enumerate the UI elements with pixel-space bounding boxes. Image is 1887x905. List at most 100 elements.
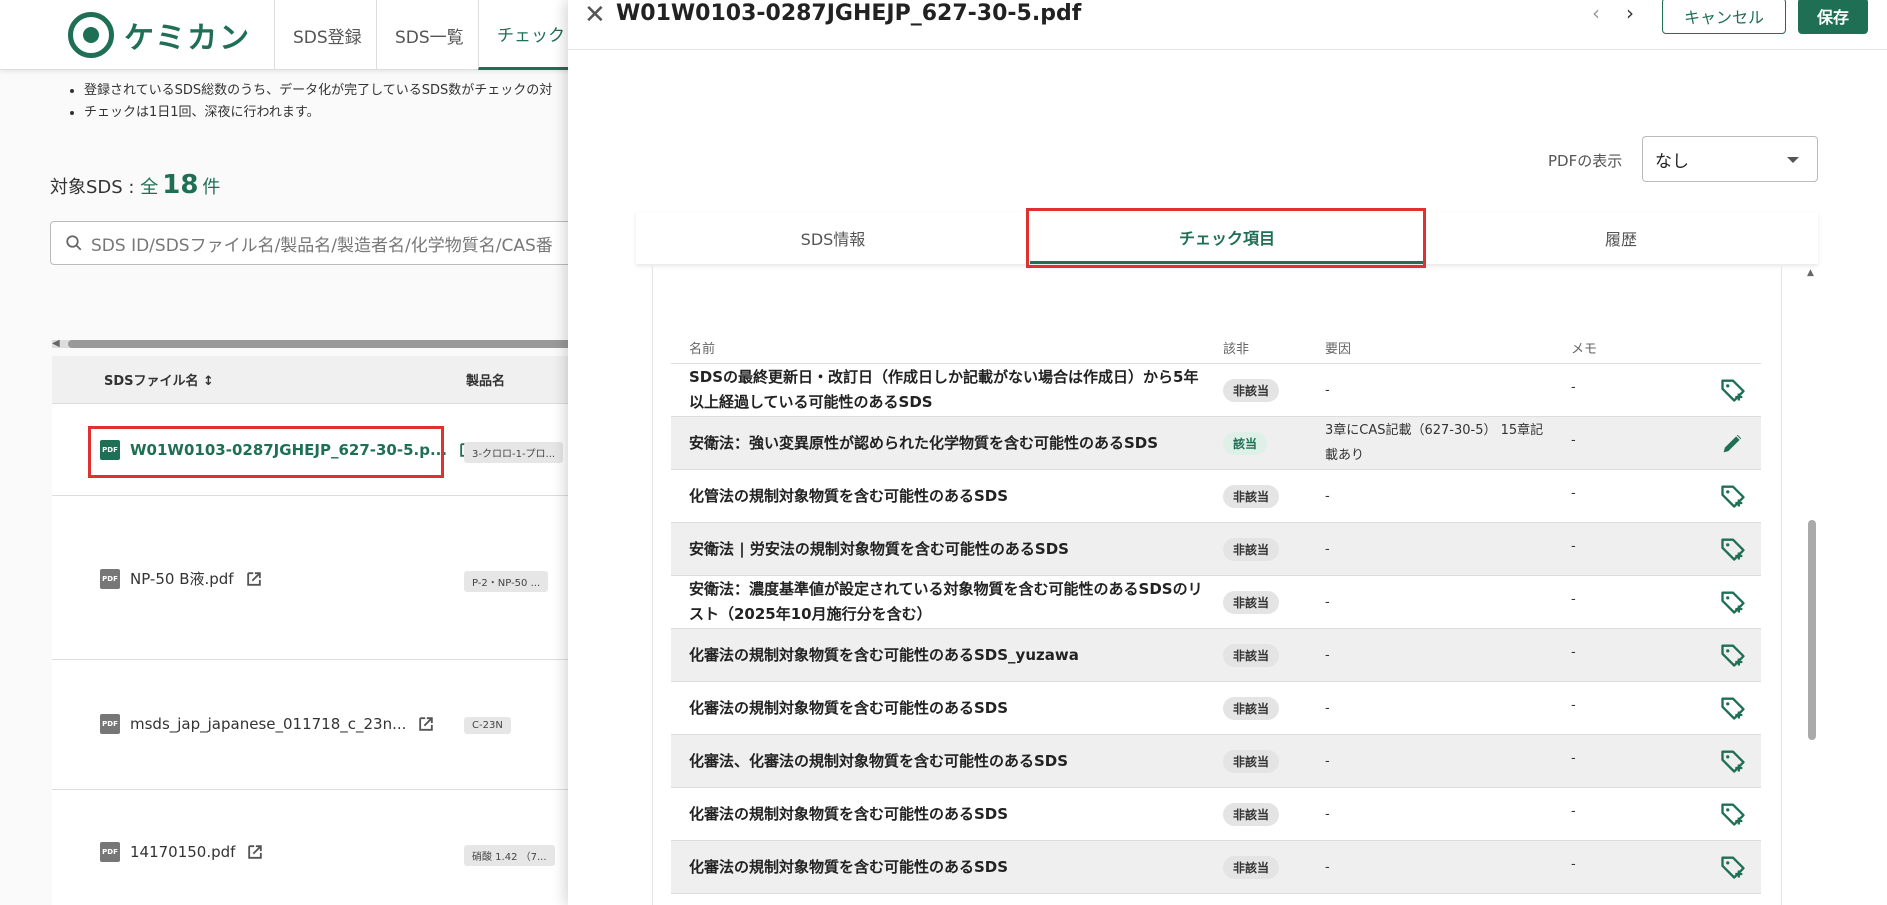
item-memo: -	[1571, 592, 1576, 607]
item-name: SDSの最終更新日・改訂日（作成日しか記載がない場合は作成日）から5年以上経過し…	[689, 368, 1199, 411]
close-icon[interactable]: ✕	[584, 2, 606, 28]
item-memo: -	[1571, 645, 1576, 660]
save-button[interactable]: 保存	[1798, 0, 1868, 34]
next-icon[interactable]: ›	[1626, 0, 1634, 26]
item-cause: -	[1325, 595, 1330, 610]
tag-plus-icon[interactable]	[1719, 535, 1747, 563]
vertical-scrollbar[interactable]: ▲	[1807, 268, 1816, 905]
panel-title: W01W0103-0287JGHEJP_627-30-5.pdf	[616, 1, 1082, 26]
tag-plus-icon[interactable]	[1719, 800, 1747, 828]
scroll-up-icon[interactable]: ▲	[1807, 268, 1814, 278]
pdf-icon: PDF	[100, 714, 120, 734]
tag-plus-icon[interactable]	[1719, 747, 1747, 775]
item-name: 化審法の規制対象物質を含む可能性のあるSDS	[689, 699, 1009, 717]
tag-plus-icon[interactable]	[1719, 641, 1747, 669]
item-name: 安衛法 | 労安法の規制対象物質を含む可能性のあるSDS	[689, 540, 1069, 558]
item-memo: -	[1571, 380, 1576, 395]
pdf-display-select[interactable]: なし	[1642, 136, 1818, 182]
list-item[interactable]: 安衛法：濃度基準値が設定されている対象物質を含む可能性のあるSDSのリスト（20…	[671, 576, 1761, 629]
item-cause: -	[1325, 383, 1330, 398]
target-all: 全	[140, 177, 159, 198]
external-link-icon[interactable]	[416, 714, 436, 734]
file-link[interactable]: PDF msds_jap_japanese_011718_c_23n...	[100, 714, 436, 734]
file-link[interactable]: PDF NP-50 B液.pdf	[100, 568, 264, 589]
external-link-icon[interactable]	[244, 569, 264, 589]
tag-plus-icon[interactable]	[1719, 588, 1747, 616]
tab-history[interactable]: 履歴	[1424, 212, 1818, 264]
status-badge: 非該当	[1223, 485, 1280, 508]
scroll-thumb[interactable]	[1808, 520, 1816, 740]
target-prefix: 対象SDS :	[50, 177, 141, 198]
column-sds-file-name[interactable]: SDSファイル名 ↕	[104, 370, 214, 389]
list-item[interactable]: 化管法の規制対象物質を含む可能性のあるSDS 非該当 - -	[671, 470, 1761, 523]
item-cause: -	[1325, 701, 1330, 716]
note-item: 登録されているSDS総数のうち、データ化が完了しているSDS数がチェックの対	[84, 80, 552, 102]
search-placeholder: SDS ID/SDSファイル名/製品名/製造者名/化学物質名/CAS番	[91, 235, 553, 256]
prev-icon[interactable]: ‹	[1592, 0, 1600, 26]
file-name-text: NP-50 B液.pdf	[130, 570, 234, 588]
pencil-icon[interactable]	[1719, 429, 1747, 457]
list-item[interactable]: 安衛法：強い変異原性が認められた化学物質を含む可能性のあるSDS 該当 3章にCAS…	[671, 417, 1761, 470]
status-badge: 非該当	[1223, 803, 1280, 826]
scroll-left-icon[interactable]: ◀	[52, 338, 60, 349]
file-link[interactable]: PDF 14170150.pdf	[100, 842, 265, 862]
table-row[interactable]: PDF 14170150.pdf 硝酸 1.42 （7...	[52, 790, 572, 905]
tag-plus-icon[interactable]	[1719, 482, 1747, 510]
status-badge: 非該当	[1223, 697, 1280, 720]
tag-plus-icon[interactable]	[1719, 694, 1747, 722]
item-cause: -	[1325, 807, 1330, 822]
header-name: 名前	[689, 342, 716, 357]
item-memo: -	[1571, 539, 1576, 554]
table-row[interactable]: PDF msds_jap_japanese_011718_c_23n... C-…	[52, 660, 572, 790]
item-memo: -	[1571, 698, 1576, 713]
column-product-name[interactable]: 製品名	[466, 370, 505, 389]
notes-list: 登録されているSDS総数のうち、データ化が完了しているSDS数がチェックの対 チ…	[84, 80, 552, 124]
nav-tab-sds-list[interactable]: SDS一覧	[376, 0, 482, 70]
product-chip: 硝酸 1.42 （7...	[464, 845, 555, 866]
check-items-list: 名前 該非 要因 メモ SDSの最終更新日・改訂日（作成日しか記載がない場合は作…	[652, 266, 1782, 905]
nav-tab-sds-register[interactable]: SDS登録	[274, 0, 380, 70]
table-row[interactable]: PDF NP-50 B液.pdf P-2・NP-50 ...	[52, 496, 572, 660]
product-chip: P-2・NP-50 ...	[464, 571, 549, 592]
list-item[interactable]: 化審法、化審法の規制対象物質を含む可能性のあるSDS 非該当 - -	[671, 735, 1761, 788]
header-memo: メモ	[1571, 342, 1598, 357]
pdf-icon: PDF	[100, 842, 120, 862]
tag-plus-icon[interactable]	[1719, 376, 1747, 404]
item-name: 化審法の規制対象物質を含む可能性のあるSDS	[689, 805, 1009, 823]
status-badge: 非該当	[1223, 538, 1280, 561]
status-badge: 非該当	[1223, 750, 1280, 773]
status-badge: 該当	[1223, 432, 1268, 455]
cancel-button[interactable]: キャンセル	[1662, 0, 1786, 34]
item-cause: -	[1325, 542, 1330, 557]
list-item[interactable]: SDSの最終更新日・改訂日（作成日しか記載がない場合は作成日）から5年以上経過し…	[671, 364, 1761, 417]
item-cause: -	[1325, 754, 1330, 769]
list-item[interactable]: 化審法の規制対象物質を含む可能性のあるSDS 非該当 - -	[671, 788, 1761, 841]
list-item[interactable]: 化審法の規制対象物質を含む可能性のあるSDS 非該当 - -	[671, 682, 1761, 735]
scroll-thumb[interactable]	[68, 340, 572, 348]
file-name-text: msds_jap_japanese_011718_c_23n...	[130, 715, 407, 733]
tab-sds-info[interactable]: SDS情報	[636, 212, 1030, 264]
logo[interactable]: ケミカン	[68, 12, 251, 58]
horizontal-scrollbar[interactable]: ◀	[52, 338, 572, 349]
search-input[interactable]: SDS ID/SDSファイル名/製品名/製造者名/化学物質名/CAS番	[50, 221, 650, 265]
panel-header: ✕ W01W0103-0287JGHEJP_627-30-5.pdf ‹ › キ…	[568, 0, 1887, 50]
list-item[interactable]: 化審法の規制対象物質を含む可能性のあるSDS_yuzawa 非該当 - -	[671, 629, 1761, 682]
tag-plus-icon[interactable]	[1719, 853, 1747, 881]
external-link-icon[interactable]	[245, 842, 265, 862]
header-cause: 要因	[1325, 342, 1352, 357]
highlight-box	[1026, 208, 1426, 268]
file-name-text: 14170150.pdf	[130, 843, 236, 861]
status-badge: 非該当	[1223, 591, 1280, 614]
list-item[interactable]: 化審法の規制対象物質を含む可能性のあるSDS 非該当 - -	[671, 841, 1761, 894]
status-badge: 非該当	[1223, 856, 1280, 879]
item-name: 化審法の規制対象物質を含む可能性のあるSDS	[689, 858, 1009, 876]
target-count: 対象SDS : 全 18 件	[50, 170, 220, 200]
item-memo: -	[1571, 804, 1576, 819]
detail-panel: ✕ W01W0103-0287JGHEJP_627-30-5.pdf ‹ › キ…	[568, 0, 1887, 905]
note-item: チェックは1日1回、深夜に行われます。	[84, 102, 552, 124]
item-name: 化審法の規制対象物質を含む可能性のあるSDS_yuzawa	[689, 646, 1079, 664]
list-item[interactable]: 安衛法 | 労安法の規制対象物質を含む可能性のあるSDS 非該当 - -	[671, 523, 1761, 576]
item-name: 化審法、化審法の規制対象物質を含む可能性のあるSDS	[689, 752, 1069, 770]
highlight-box	[88, 426, 444, 478]
logo-icon	[68, 12, 114, 58]
